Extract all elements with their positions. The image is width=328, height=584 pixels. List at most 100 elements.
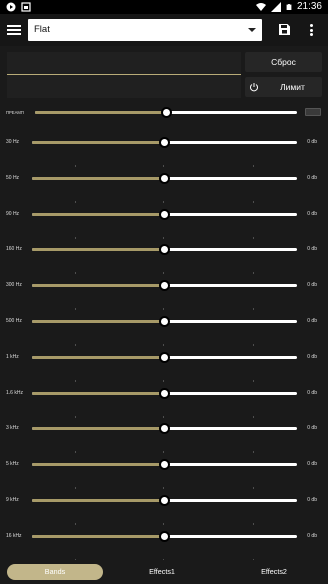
- slider-fill: [32, 284, 165, 288]
- band-slider[interactable]: [32, 495, 297, 506]
- scale-tick: [253, 344, 254, 346]
- band-row: 300 Hz 0 db: [0, 280, 328, 316]
- limit-button-label: Лимит: [280, 82, 305, 92]
- slider-thumb[interactable]: [159, 530, 170, 542]
- band-slider[interactable]: [32, 387, 297, 399]
- scale-tick: [163, 415, 164, 418]
- band-slider[interactable]: [32, 530, 297, 542]
- slider-thumb[interactable]: [159, 208, 170, 220]
- scale-tick: [75, 487, 76, 490]
- eq-curve-line: [7, 74, 241, 75]
- battery-icon: [286, 3, 292, 10]
- slider-thumb[interactable]: [159, 280, 170, 292]
- scale-tick: [75, 523, 76, 525]
- slider-fill: [32, 391, 165, 395]
- play-icon: [6, 2, 16, 12]
- slider-thumb[interactable]: [159, 244, 170, 256]
- slider-fill: [32, 141, 165, 144]
- scale-tick: [75, 379, 76, 382]
- preamp-toggle[interactable]: [305, 108, 321, 116]
- preset-dropdown[interactable]: Flat: [28, 19, 262, 41]
- slider-thumb[interactable]: [159, 423, 170, 435]
- slider-thumb[interactable]: [159, 387, 170, 399]
- band-frequency-label: 500 Hz: [6, 318, 22, 324]
- slider-thumb[interactable]: [159, 495, 170, 506]
- preamp-slider[interactable]: [35, 107, 297, 118]
- slider-fill: [32, 534, 165, 538]
- band-gain-value: 0 db: [307, 497, 317, 503]
- tab-effects2[interactable]: Effects2: [226, 564, 322, 580]
- scale-tick: [75, 344, 76, 346]
- band-slider[interactable]: [32, 244, 297, 256]
- band-slider[interactable]: [32, 459, 297, 471]
- scale-tick: [163, 272, 164, 275]
- slider-fill: [32, 320, 165, 323]
- slider-thumb[interactable]: [159, 172, 170, 184]
- power-icon: [250, 83, 258, 92]
- band-slider[interactable]: [32, 137, 297, 148]
- band-frequency-label: 160 Hz: [6, 246, 22, 253]
- slider-thumb[interactable]: [159, 137, 170, 148]
- slider-thumb[interactable]: [159, 459, 170, 471]
- band-slider[interactable]: [32, 172, 297, 184]
- band-row: 3 kHz 0 db: [0, 423, 328, 459]
- band-frequency-label: 50 Hz: [6, 174, 20, 181]
- band-row: 1 kHz 0 db: [0, 351, 328, 388]
- slider-fill: [35, 111, 166, 114]
- band-row: 160 Hz 0 db: [0, 244, 328, 280]
- band-slider[interactable]: [32, 351, 297, 363]
- scale-tick: [253, 165, 254, 167]
- status-bar: 21:36: [0, 0, 328, 14]
- image-icon: [21, 2, 31, 12]
- bottom-tab-bar: Bands Effects1 Effects2: [0, 560, 328, 584]
- scale-tick: [163, 200, 164, 203]
- band-frequency-label: 3 kHz: [6, 425, 19, 432]
- reset-button[interactable]: Сброс: [245, 52, 322, 72]
- band-slider[interactable]: [32, 280, 297, 292]
- hamburger-menu-icon[interactable]: [7, 23, 21, 37]
- toolbar: Flat: [0, 14, 328, 46]
- scale-tick: [163, 165, 164, 167]
- scale-tick: [253, 200, 254, 203]
- scale-tick: [75, 308, 76, 311]
- band-frequency-label: 5 kHz: [6, 461, 19, 468]
- band-frequency-label: 16 kHz: [6, 532, 22, 539]
- tab-bands[interactable]: Bands: [7, 564, 103, 580]
- slider-fill: [32, 212, 165, 216]
- scale-tick: [253, 308, 254, 311]
- band-frequency-label: 300 Hz: [6, 282, 22, 289]
- band-row: 30 Hz 0 db: [0, 137, 328, 173]
- band-slider[interactable]: [32, 316, 297, 327]
- scale-tick: [253, 379, 254, 382]
- more-vert-icon[interactable]: [309, 22, 313, 38]
- band-row: 5 kHz 0 db: [0, 459, 328, 495]
- tab-effects1[interactable]: Effects1: [114, 564, 210, 580]
- band-frequency-label: 30 Hz: [6, 139, 20, 145]
- scale-tick: [75, 415, 76, 418]
- slider-thumb[interactable]: [159, 351, 170, 363]
- slider-thumb[interactable]: [159, 316, 170, 327]
- save-icon[interactable]: [279, 24, 290, 35]
- band-frequency-label: 90 Hz: [6, 210, 20, 217]
- band-row: 90 Hz 0 db: [0, 208, 328, 245]
- band-gain-value: 0 db: [307, 389, 317, 396]
- scale-tick: [163, 379, 164, 382]
- band-slider[interactable]: [32, 208, 297, 220]
- scale-tick: [163, 308, 164, 311]
- band-gain-value: 0 db: [307, 461, 317, 468]
- reset-button-label: Сброс: [271, 57, 296, 67]
- band-frequency-label: 9 kHz: [6, 497, 19, 503]
- scale-tick: [75, 200, 76, 203]
- chevron-down-icon: [248, 28, 256, 32]
- preset-value: Flat: [34, 24, 50, 35]
- band-row: 1.6 kHz 0 db: [0, 387, 328, 424]
- band-slider[interactable]: [32, 423, 297, 435]
- slider-fill: [32, 176, 165, 180]
- slider-fill: [32, 248, 165, 252]
- slider-fill: [32, 427, 165, 431]
- scale-tick: [163, 236, 164, 239]
- slider-thumb[interactable]: [160, 107, 172, 118]
- limit-button[interactable]: Лимит: [245, 77, 322, 97]
- band-frequency-label: 1 kHz: [6, 353, 19, 360]
- scale-tick: [253, 236, 254, 239]
